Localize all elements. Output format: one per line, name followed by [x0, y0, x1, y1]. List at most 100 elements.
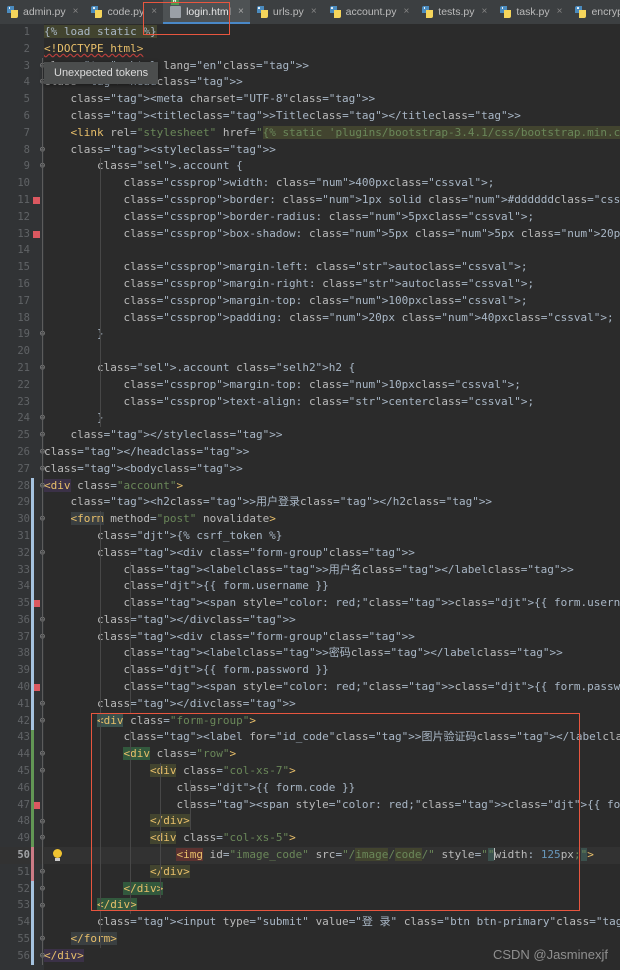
code-line[interactable]: 7 <link rel="stylesheet" href="{% static… [0, 125, 620, 142]
code-line[interactable]: 41 class="tag"></divclass="tag">> [0, 696, 620, 713]
code-line[interactable]: 39 class="djt">{{ form.password }} [0, 662, 620, 679]
editor-tab-urls-py[interactable]: urls.py × [250, 0, 323, 24]
code-line[interactable]: 44 <div class="row"> [0, 746, 620, 763]
editor-tab-task-py[interactable]: task.py × [493, 0, 568, 24]
code-lines[interactable]: 1 {% load static %} 2 <!DOCTYPE html> 3 class… [0, 24, 620, 965]
line-number: 50 [17, 849, 30, 862]
code-line[interactable]: 50 <img id="image_code" src="/image/code… [0, 847, 620, 864]
editor-tab-bar[interactable]: admin.py × code.py × Hlogin.html × urls.py × acc… [0, 0, 620, 24]
code-line[interactable]: 11 class="cssprop">border: class="num">1… [0, 192, 620, 209]
code-line[interactable]: 20 [0, 343, 620, 360]
breakpoint-marker[interactable] [33, 230, 40, 238]
code-line[interactable]: 21 class="sel">.account class="selh2">h2… [0, 360, 620, 377]
tab-close-icon[interactable]: × [73, 7, 79, 17]
python-file-icon [575, 5, 587, 19]
code-line[interactable]: 19 } [0, 326, 620, 343]
breakpoint-marker[interactable] [33, 684, 40, 692]
code-line[interactable]: 26 class="tag"></headclass="tag">> [0, 444, 620, 461]
line-number: 28 [17, 479, 30, 492]
intention-bulb-icon[interactable] [52, 849, 63, 862]
code-line[interactable]: 52 </div> [0, 881, 620, 898]
code-line[interactable]: 17 class="cssprop">margin-top: class="nu… [0, 293, 620, 310]
python-file-icon [422, 5, 434, 19]
tab-close-icon[interactable]: × [481, 7, 487, 17]
tab-close-icon[interactable]: × [403, 7, 409, 17]
tab-close-icon[interactable]: × [557, 7, 563, 17]
breakpoint-marker[interactable] [33, 600, 40, 608]
code-line[interactable]: 9 class="sel">.account { [0, 158, 620, 175]
editor-tab-encrypt-py[interactable]: encrypt.py× [568, 0, 620, 24]
code-line[interactable]: 42 <div class="form-group"> [0, 713, 620, 730]
vcs-change-marker[interactable] [31, 847, 34, 881]
code-line[interactable]: 8 class="tag"><styleclass="tag">> [0, 142, 620, 159]
code-line[interactable]: 23 class="cssprop">text-align: class="st… [0, 394, 620, 411]
code-text: class="tag"></headclass="tag">> [44, 444, 250, 458]
code-line[interactable]: 10 class="cssprop">width: class="num">40… [0, 175, 620, 192]
code-line[interactable]: 12 class="cssprop">border-radius: class=… [0, 209, 620, 226]
code-line[interactable]: 53 </div> [0, 897, 620, 914]
indent-guide [190, 780, 191, 831]
editor-tab-login-html[interactable]: Hlogin.html × [163, 0, 250, 24]
code-line[interactable]: 28 <div class="account"> [0, 478, 620, 495]
code-line[interactable]: 18 class="cssprop">padding: class="num">… [0, 310, 620, 327]
vcs-change-marker[interactable] [31, 477, 34, 730]
code-line[interactable]: 1 {% load static %} [0, 24, 620, 41]
line-number: 24 [17, 412, 30, 425]
tab-close-icon[interactable]: × [238, 7, 244, 17]
tab-close-icon[interactable]: × [151, 7, 157, 17]
code-line[interactable]: 31 class="djt">{% csrf_token %} [0, 528, 620, 545]
code-text: class="djt">{{ form.password }} [123, 663, 329, 677]
breakpoint-marker[interactable] [33, 197, 40, 204]
code-line[interactable]: 15 class="cssprop">margin-left: class="s… [0, 259, 620, 276]
code-line[interactable]: 13 class="cssprop">box-shadow: class="nu… [0, 226, 620, 243]
code-line[interactable]: 49 <div class="col-xs-5"> [0, 830, 620, 847]
tab-close-icon[interactable]: × [311, 7, 317, 17]
code-line[interactable]: 34 class="djt">{{ form.username }} [0, 578, 620, 595]
code-line[interactable]: 36 class="tag"></divclass="tag">> [0, 612, 620, 629]
code-line[interactable]: 47 class="tag"><span style="color: red;"… [0, 797, 620, 814]
code-line[interactable]: 22 class="cssprop">margin-top: class="nu… [0, 377, 620, 394]
code-line[interactable]: 2 <!DOCTYPE html> [0, 41, 620, 58]
code-text: class="djt">{% csrf_token %} [96, 528, 283, 542]
editor-tab-admin-py[interactable]: admin.py × [0, 0, 84, 24]
code-line[interactable]: 30 <form method="post" novalidate> [0, 511, 620, 528]
code-line[interactable]: 14 [0, 242, 620, 259]
breakpoint-marker[interactable] [33, 801, 40, 809]
code-line[interactable]: 51 </div> [0, 864, 620, 881]
code-text: class="sel">.account class="selh2">h2 { [96, 360, 356, 374]
code-line[interactable]: 40 class="tag"><span style="color: red;"… [0, 679, 620, 696]
code-line[interactable]: 6 class="tag"><titleclass="tag">>Titlecl… [0, 108, 620, 125]
code-line[interactable]: 24 } [0, 410, 620, 427]
indent-guide [130, 729, 131, 915]
line-number: 45 [17, 765, 30, 778]
vcs-change-marker[interactable] [31, 880, 34, 965]
line-number: 11 [17, 193, 30, 206]
code-line[interactable]: 54 class="tag"><input type="submit" valu… [0, 914, 620, 931]
line-number: 2 [23, 42, 30, 55]
tab-label: code.py [107, 6, 145, 18]
code-line[interactable]: 35 class="tag"><span style="color: red;"… [0, 595, 620, 612]
code-line[interactable]: 16 class="cssprop">margin-right: class="… [0, 276, 620, 293]
code-line[interactable]: 29 class="tag"><h2class="tag">>用户登录class… [0, 494, 620, 511]
code-line[interactable]: 33 class="tag"><labelclass="tag">>用户名cla… [0, 562, 620, 579]
editor-tab-code-py[interactable]: code.py × [84, 0, 163, 24]
indent-guide [160, 763, 161, 898]
editor-tab-tests-py[interactable]: tests.py × [415, 0, 493, 24]
code-line[interactable]: 43 class="tag"><label for="id_code"class… [0, 729, 620, 746]
code-line[interactable]: 25 class="tag"></styleclass="tag">> [0, 427, 620, 444]
code-line[interactable]: 48 </div> [0, 813, 620, 830]
code-line[interactable]: 27 class="tag"><bodyclass="tag">> [0, 461, 620, 478]
editor-tab-account-py[interactable]: account.py × [323, 0, 416, 24]
code-line[interactable]: 38 class="tag"><labelclass="tag">>密码clas… [0, 645, 620, 662]
code-text: } [44, 327, 104, 341]
code-line[interactable]: 37 class="tag"><div class="form-group"cl… [0, 629, 620, 646]
code-line[interactable]: 45 <div class="col-xs-7"> [0, 763, 620, 780]
code-editor[interactable]: 1 {% load static %} 2 <!DOCTYPE html> 3 class… [0, 24, 620, 970]
code-line[interactable]: 55 </form> [0, 931, 620, 948]
code-text: </div> [149, 864, 190, 878]
vcs-change-marker[interactable] [31, 729, 34, 848]
code-text: class="cssprop">padding: class="num">20p… [123, 310, 614, 324]
code-line[interactable]: 5 class="tag"><meta charset="UTF-8"class… [0, 91, 620, 108]
code-line[interactable]: 46 class="djt">{{ form.code }} [0, 780, 620, 797]
code-line[interactable]: 32 class="tag"><div class="form-group"cl… [0, 545, 620, 562]
